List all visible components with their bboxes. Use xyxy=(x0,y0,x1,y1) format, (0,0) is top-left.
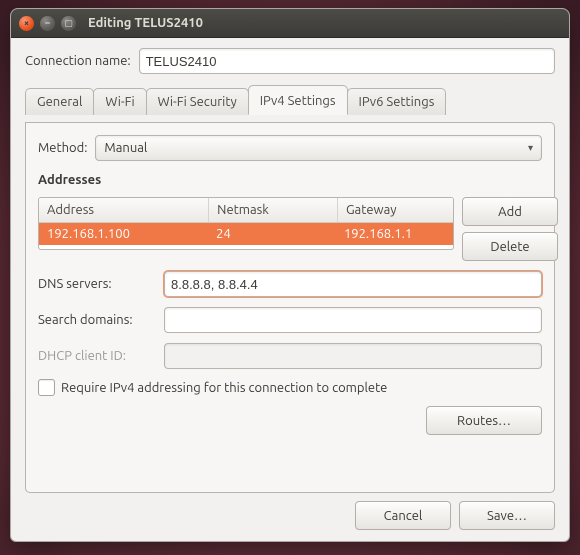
editor-window: × – ▢ Editing TELUS2410 Connection name:… xyxy=(10,8,570,542)
titlebar[interactable]: × – ▢ Editing TELUS2410 xyxy=(11,9,569,38)
dns-servers-input[interactable] xyxy=(164,271,542,297)
connection-name-label: Connection name: xyxy=(25,54,131,68)
search-domains-label: Search domains: xyxy=(38,313,156,327)
routes-button[interactable]: Routes… xyxy=(426,406,542,435)
tab-ipv4-settings[interactable]: IPv4 Settings xyxy=(248,85,348,115)
method-value: Manual xyxy=(104,141,147,155)
col-address[interactable]: Address xyxy=(39,198,209,222)
col-gateway[interactable]: Gateway xyxy=(338,198,453,222)
tab-bar: General Wi-Fi Wi-Fi Security IPv4 Settin… xyxy=(25,84,555,114)
tab-ipv6-settings[interactable]: IPv6 Settings xyxy=(347,88,447,115)
delete-button[interactable]: Delete xyxy=(462,232,558,261)
cell-address[interactable]: 192.168.1.100 xyxy=(39,223,208,245)
method-combobox[interactable]: Manual ▾ xyxy=(95,135,542,161)
cell-netmask[interactable]: 24 xyxy=(208,223,336,245)
search-domains-input[interactable] xyxy=(164,307,542,333)
dns-servers-label: DNS servers: xyxy=(38,277,156,291)
close-icon[interactable]: × xyxy=(19,16,34,31)
tab-general[interactable]: General xyxy=(25,88,94,115)
maximize-icon[interactable]: ▢ xyxy=(61,16,76,31)
method-label: Method: xyxy=(38,141,87,155)
require-ipv4-checkbox[interactable] xyxy=(38,379,55,396)
addresses-table[interactable]: Address Netmask Gateway 192.168.1.100 24… xyxy=(38,197,454,250)
add-button[interactable]: Add xyxy=(462,197,558,226)
ipv4-panel: Method: Manual ▾ Addresses Address Netma… xyxy=(25,122,555,493)
cancel-button[interactable]: Cancel xyxy=(355,501,451,530)
cell-gateway[interactable]: 192.168.1.1 xyxy=(336,223,453,245)
connection-name-input[interactable] xyxy=(139,48,555,74)
dhcp-client-id-input xyxy=(164,343,542,369)
dialog-footer: Cancel Save… xyxy=(25,501,555,530)
tab-wifi-security[interactable]: Wi-Fi Security xyxy=(146,88,249,115)
minimize-icon[interactable]: – xyxy=(40,16,55,31)
col-netmask[interactable]: Netmask xyxy=(209,198,338,222)
chevron-down-icon: ▾ xyxy=(528,142,533,154)
table-row[interactable]: 192.168.1.100 24 192.168.1.1 xyxy=(39,223,453,245)
window-title: Editing TELUS2410 xyxy=(88,16,203,30)
require-ipv4-label: Require IPv4 addressing for this connect… xyxy=(61,381,387,395)
addresses-header: Address Netmask Gateway xyxy=(39,198,453,223)
addresses-heading: Addresses xyxy=(38,173,542,187)
tab-wifi[interactable]: Wi-Fi xyxy=(93,88,146,115)
dhcp-client-id-label: DHCP client ID: xyxy=(38,349,156,363)
save-button[interactable]: Save… xyxy=(459,501,555,530)
